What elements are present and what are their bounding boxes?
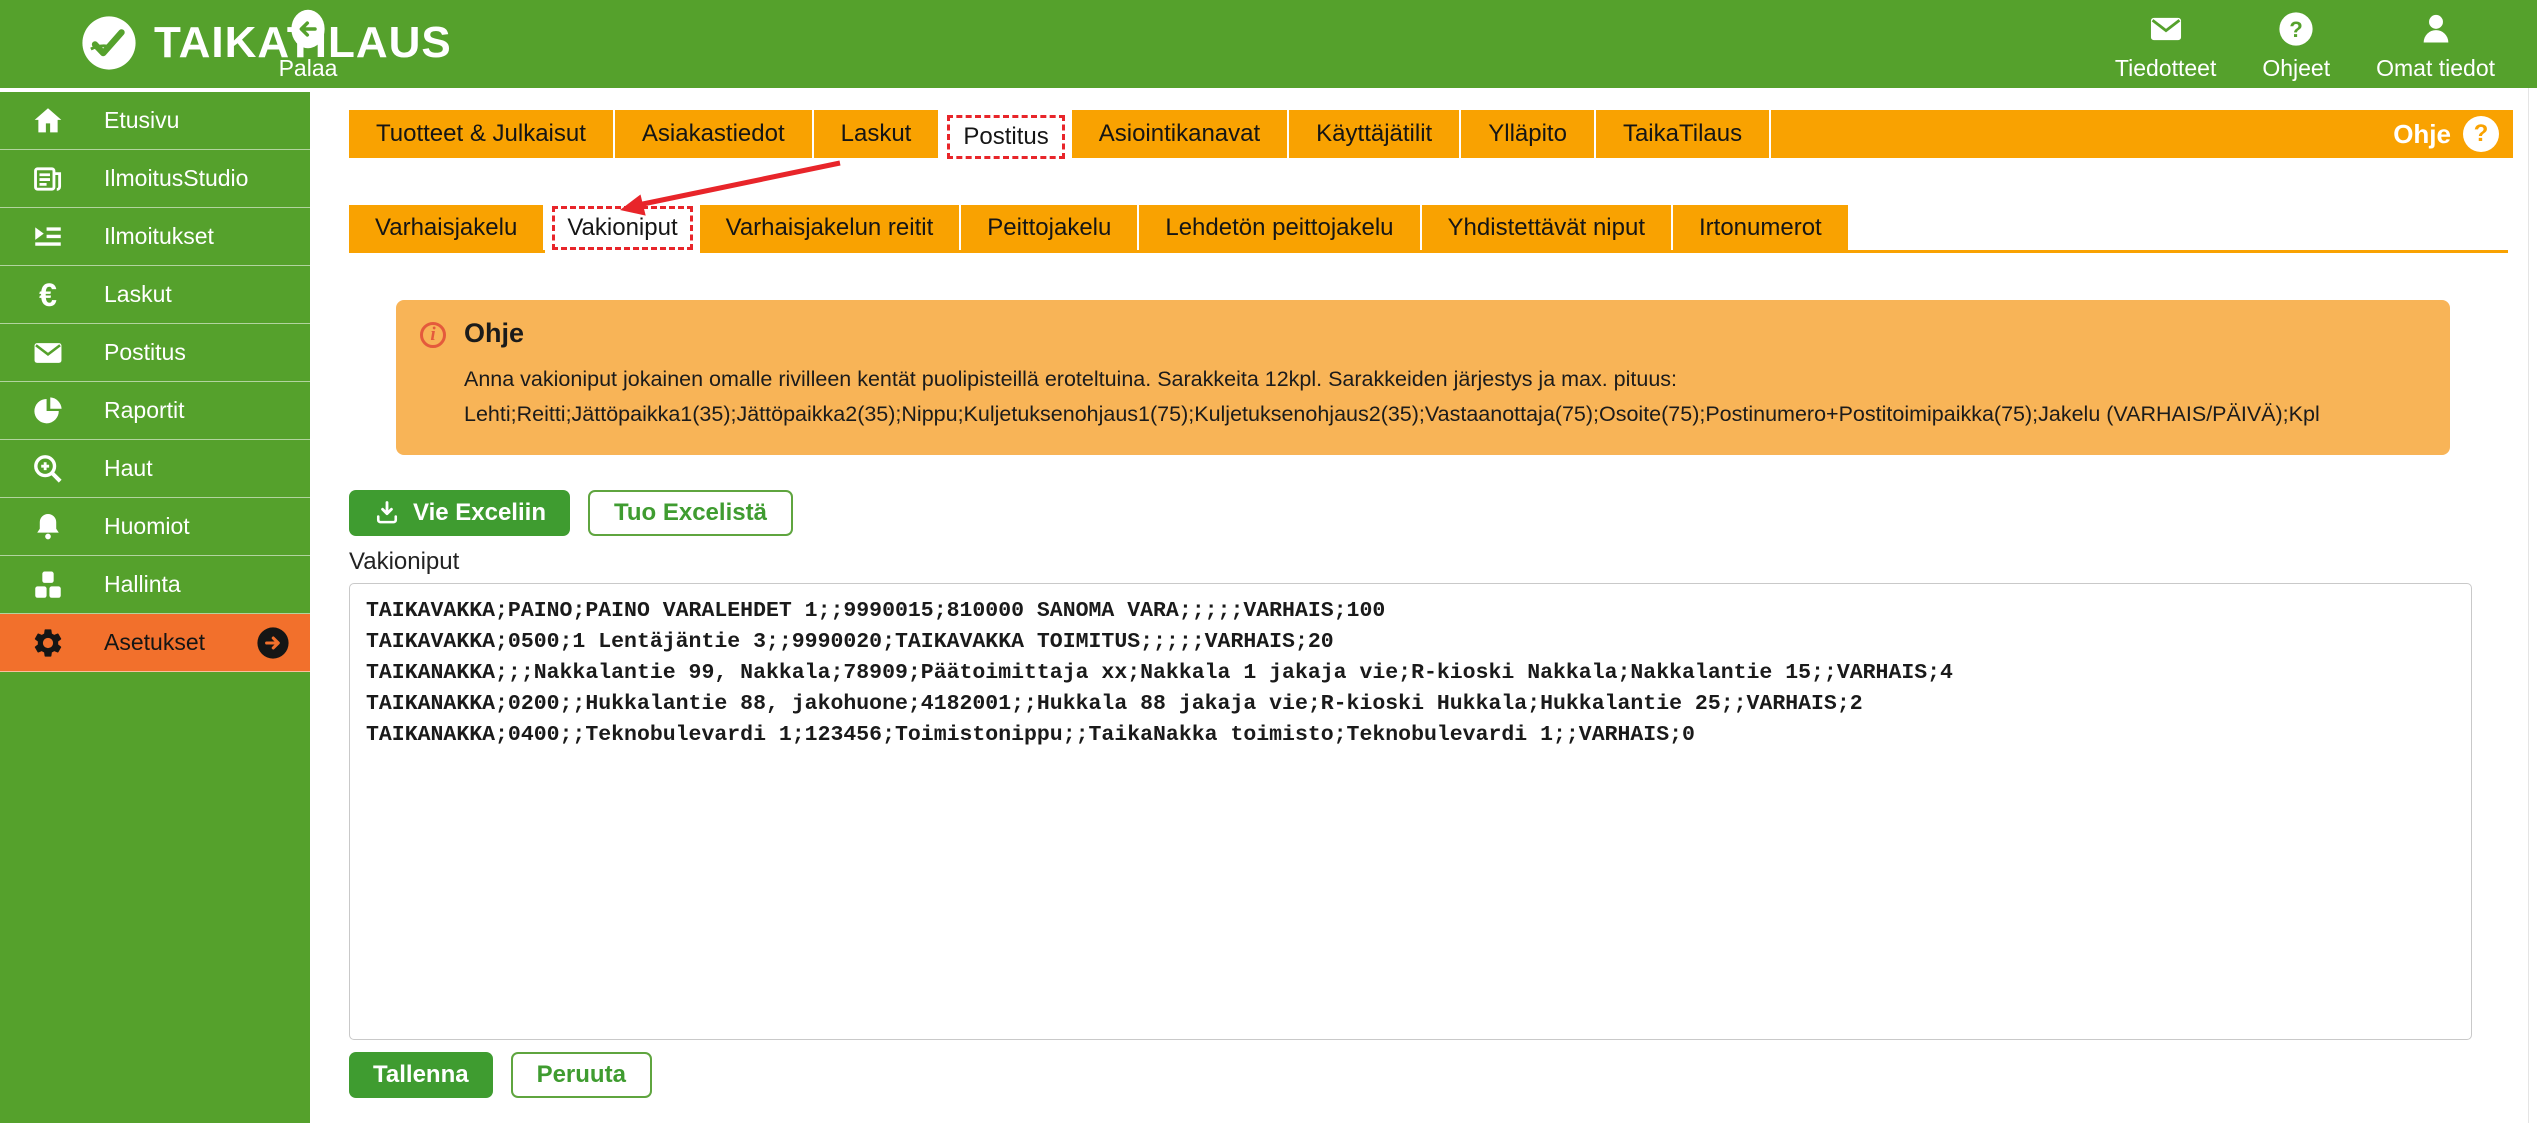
sidebar-item-label: Huomiot	[104, 513, 190, 540]
sidebar-item-etusivu[interactable]: Etusivu	[0, 92, 310, 150]
tabbar-help-button[interactable]: Ohje ?	[2393, 110, 2513, 158]
sidebar-item-ilmoitukset[interactable]: Ilmoitukset	[0, 208, 310, 266]
info-box-title: Ohje	[464, 318, 524, 349]
home-icon	[30, 103, 66, 139]
cancel-button[interactable]: Peruuta	[511, 1052, 652, 1098]
sub-tab-irtonumerot[interactable]: Irtonumerot	[1673, 205, 1850, 250]
info-box-text: Anna vakioniput jokainen omalle rivillee…	[464, 362, 2320, 432]
sidebar-item-haut[interactable]: Haut	[0, 440, 310, 498]
sidebar-item-ilmoitusstudio[interactable]: IlmoitusStudio	[0, 150, 310, 208]
scroll-gutter-divider	[2528, 88, 2529, 1123]
sidebar-item-label: Raportit	[104, 397, 185, 424]
notices-button[interactable]: Tiedotteet	[2115, 10, 2216, 82]
tabbar-help-label: Ohje	[2393, 119, 2451, 150]
logo-check-icon	[80, 14, 138, 72]
main-tab-asiointikanavat[interactable]: Asiointikanavat	[1072, 110, 1289, 158]
sidebar-item-label: Postitus	[104, 339, 186, 366]
profile-label: Omat tiedot	[2376, 55, 2495, 82]
sub-tab-vakioniput[interactable]: Vakioniput	[545, 199, 699, 256]
help-info-box: i Ohje Anna vakioniput jokainen omalle r…	[396, 300, 2450, 455]
help-label: Ohjeet	[2262, 55, 2330, 82]
import-excel-label: Tuo Excelistä	[614, 499, 767, 527]
app-header: TAIKATILAUS Palaa Tiedotteet ? Ohjeet Om…	[0, 0, 2537, 88]
sub-tab-varhaisjakelu[interactable]: Varhaisjakelu	[349, 205, 545, 250]
search-plus-icon	[30, 451, 66, 487]
question-circle-icon: ?	[2463, 116, 2499, 152]
sidebar-item-label: Ilmoitukset	[104, 223, 214, 250]
header-actions: Tiedotteet ? Ohjeet Omat tiedot	[2115, 10, 2495, 82]
sidebar-item-asetukset[interactable]: Asetukset	[0, 614, 310, 672]
save-button[interactable]: Tallenna	[349, 1052, 493, 1098]
help-button[interactable]: ? Ohjeet	[2262, 10, 2330, 82]
sidebar: Etusivu IlmoitusStudio Ilmoitukset € Laskut P…	[0, 92, 310, 1123]
main-tab-käyttäjätilit[interactable]: Käyttäjätilit	[1289, 110, 1461, 158]
info-line-1: Anna vakioniput jokainen omalle rivillee…	[464, 362, 2320, 397]
arrow-right-circle-icon[interactable]	[256, 626, 290, 660]
pie-chart-icon	[30, 393, 66, 429]
svg-text:?: ?	[2289, 17, 2303, 42]
vakioniput-textarea[interactable]: TAIKAVAKKA;PAINO;PAINO VARALEHDET 1;;999…	[349, 583, 2472, 1040]
import-excel-button[interactable]: Tuo Excelistä	[588, 490, 793, 536]
back-arrow-icon	[287, 8, 329, 50]
list-icon	[30, 219, 66, 255]
sidebar-item-label: Laskut	[104, 281, 172, 308]
sub-tab-varhaisjakelun-reitit[interactable]: Varhaisjakelun reitit	[700, 205, 962, 250]
export-excel-label: Vie Exceliin	[413, 499, 546, 527]
main-tab-taikatilaus[interactable]: TaikaTilaus	[1596, 110, 1771, 158]
main-tab-asiakastiedot[interactable]: Asiakastiedot	[615, 110, 814, 158]
question-circle-icon: ?	[2277, 10, 2315, 48]
newspaper-icon	[30, 161, 66, 197]
gear-icon	[30, 625, 66, 661]
sidebar-item-label: Haut	[104, 455, 153, 482]
sidebar-item-hallinta[interactable]: Hallinta	[0, 556, 310, 614]
person-icon	[2417, 10, 2455, 48]
euro-icon: €	[30, 277, 66, 313]
back-label: Palaa	[279, 55, 338, 82]
sidebar-item-huomiot[interactable]: Huomiot	[0, 498, 310, 556]
sidebar-item-raportit[interactable]: Raportit	[0, 382, 310, 440]
info-icon: i	[420, 322, 446, 348]
main-tab-bar: Tuotteet & JulkaisutAsiakastiedotLaskutP…	[349, 110, 2513, 158]
sidebar-item-postitus[interactable]: Postitus	[0, 324, 310, 382]
sub-tab-yhdistettävät-niput[interactable]: Yhdistettävät niput	[1422, 205, 1673, 250]
notices-label: Tiedotteet	[2115, 55, 2216, 82]
excel-toolbar: Vie Exceliin Tuo Excelistä	[349, 490, 793, 536]
envelope-icon	[2147, 10, 2185, 48]
cancel-label: Peruuta	[537, 1061, 626, 1089]
sidebar-item-laskut[interactable]: € Laskut	[0, 266, 310, 324]
profile-button[interactable]: Omat tiedot	[2376, 10, 2495, 82]
sidebar-item-label: IlmoitusStudio	[104, 165, 248, 192]
sidebar-item-label: Asetukset	[104, 629, 205, 656]
main-tab-tuotteet-julkaisut[interactable]: Tuotteet & Julkaisut	[349, 110, 615, 158]
download-icon	[373, 499, 401, 527]
main-tab-ylläpito[interactable]: Ylläpito	[1461, 110, 1596, 158]
sidebar-item-label: Etusivu	[104, 107, 179, 134]
export-excel-button[interactable]: Vie Exceliin	[349, 490, 570, 536]
save-label: Tallenna	[373, 1061, 469, 1089]
main-tab-postitus[interactable]: Postitus	[940, 110, 1071, 163]
bell-icon	[30, 509, 66, 545]
back-button[interactable]: Palaa	[248, 8, 368, 82]
sidebar-item-label: Hallinta	[104, 571, 181, 598]
envelope-icon	[30, 335, 66, 371]
sub-tab-peittojakelu[interactable]: Peittojakelu	[961, 205, 1139, 250]
sub-tab-lehdetön-peittojakelu[interactable]: Lehdetön peittojakelu	[1139, 205, 1421, 250]
sub-tab-bar: VarhaisjakeluVakioniputVarhaisjakelun re…	[349, 205, 2508, 253]
cubes-icon	[30, 567, 66, 603]
form-actions: Tallenna Peruuta	[349, 1052, 652, 1098]
info-line-2: Lehti;Reitti;Jättöpaikka1(35);Jättöpaikk…	[464, 397, 2320, 432]
main-tab-laskut[interactable]: Laskut	[814, 110, 941, 158]
editor-label: Vakioniput	[349, 548, 459, 576]
